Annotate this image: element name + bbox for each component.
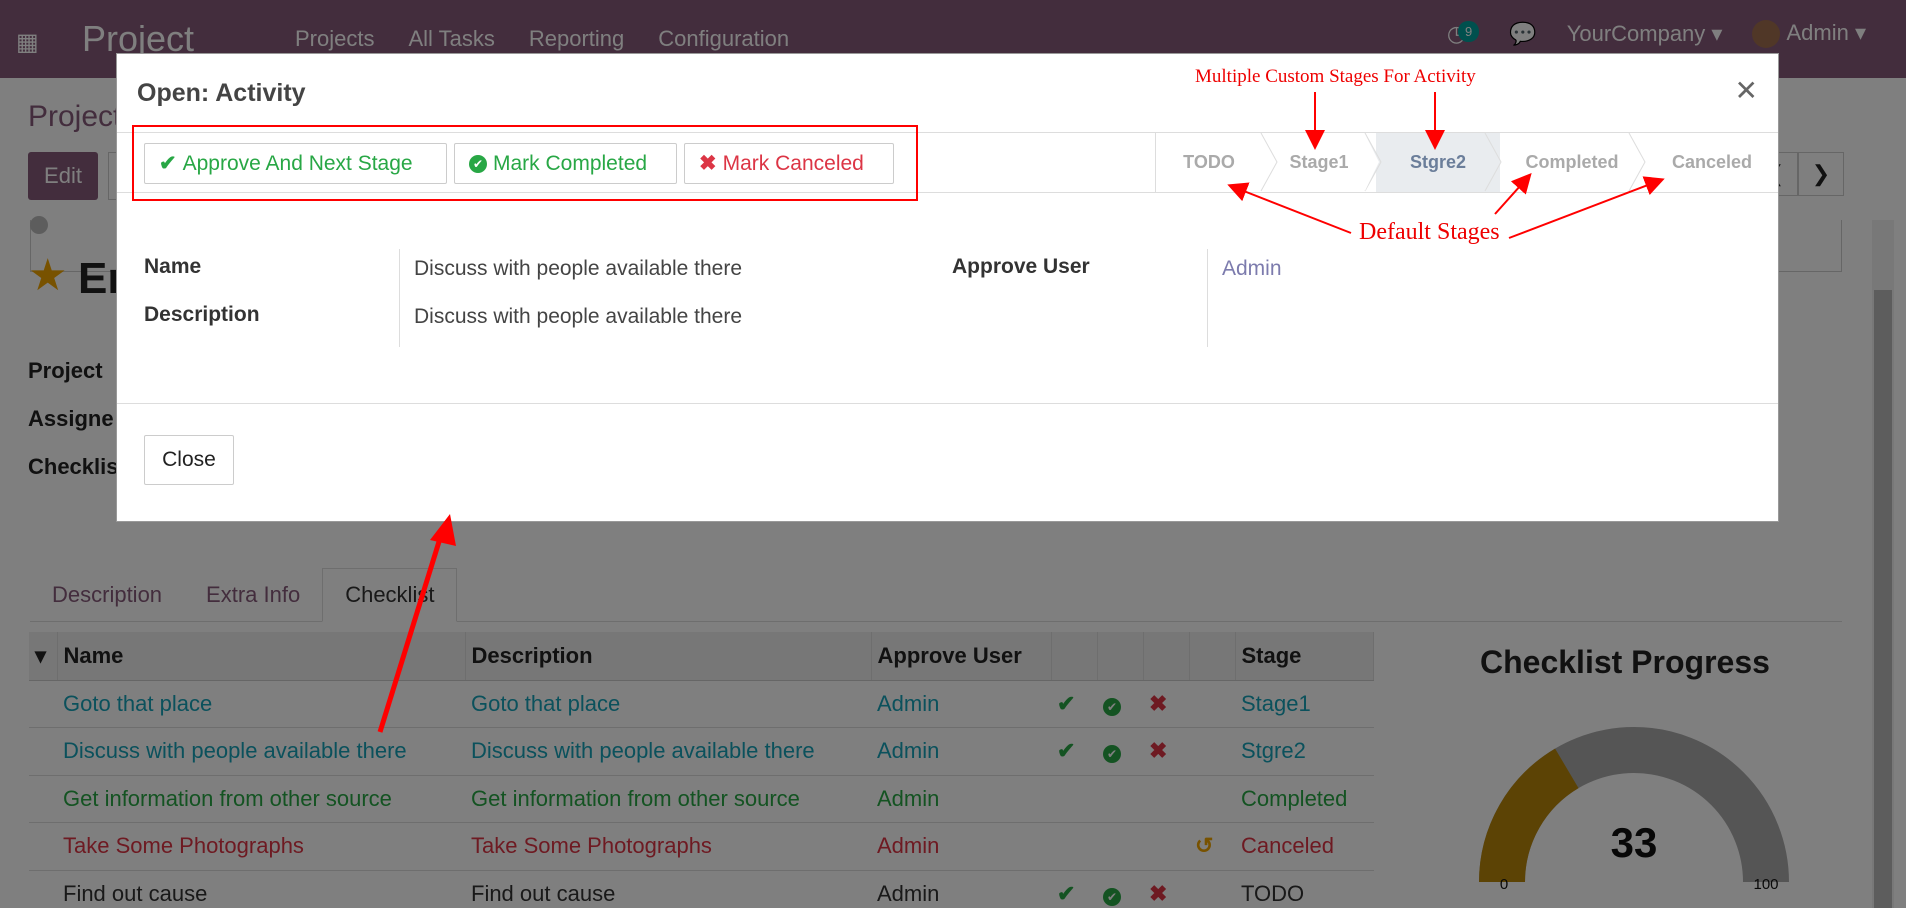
close-icon[interactable]: ✕	[1735, 74, 1758, 107]
field-divider	[399, 249, 400, 347]
annotation-highlight-box	[132, 125, 918, 201]
field-label-name: Name	[144, 255, 202, 278]
field-label-description: Description	[144, 303, 260, 326]
stage-completed[interactable]: Completed	[1500, 133, 1644, 192]
field-value-name: Discuss with people available there	[414, 257, 743, 280]
annotation-custom-stages: Multiple Custom Stages For Activity	[1195, 66, 1476, 87]
close-button[interactable]: Close	[144, 435, 234, 485]
stage-stgre2[interactable]: Stgre2	[1376, 133, 1500, 192]
activity-dialog: Open: Activity ✕ ✔ Approve And Next Stage…	[116, 53, 1779, 522]
stage-stage1[interactable]: Stage1	[1262, 133, 1376, 192]
stage-statusbar: TODO Stage1 Stgre2 Completed Canceled	[1155, 133, 1780, 192]
field-label-approve-user: Approve User	[952, 255, 1090, 278]
stage-canceled[interactable]: Canceled	[1644, 133, 1780, 192]
dialog-title: Open: Activity	[137, 79, 306, 107]
stage-todo[interactable]: TODO	[1156, 133, 1262, 192]
footer-divider	[117, 403, 1778, 404]
annotation-default-stages: Default Stages	[1359, 219, 1500, 245]
field-divider	[1207, 249, 1208, 347]
field-value-description: Discuss with people available there	[414, 305, 743, 328]
approve-user-link[interactable]: Admin	[1222, 257, 1282, 281]
